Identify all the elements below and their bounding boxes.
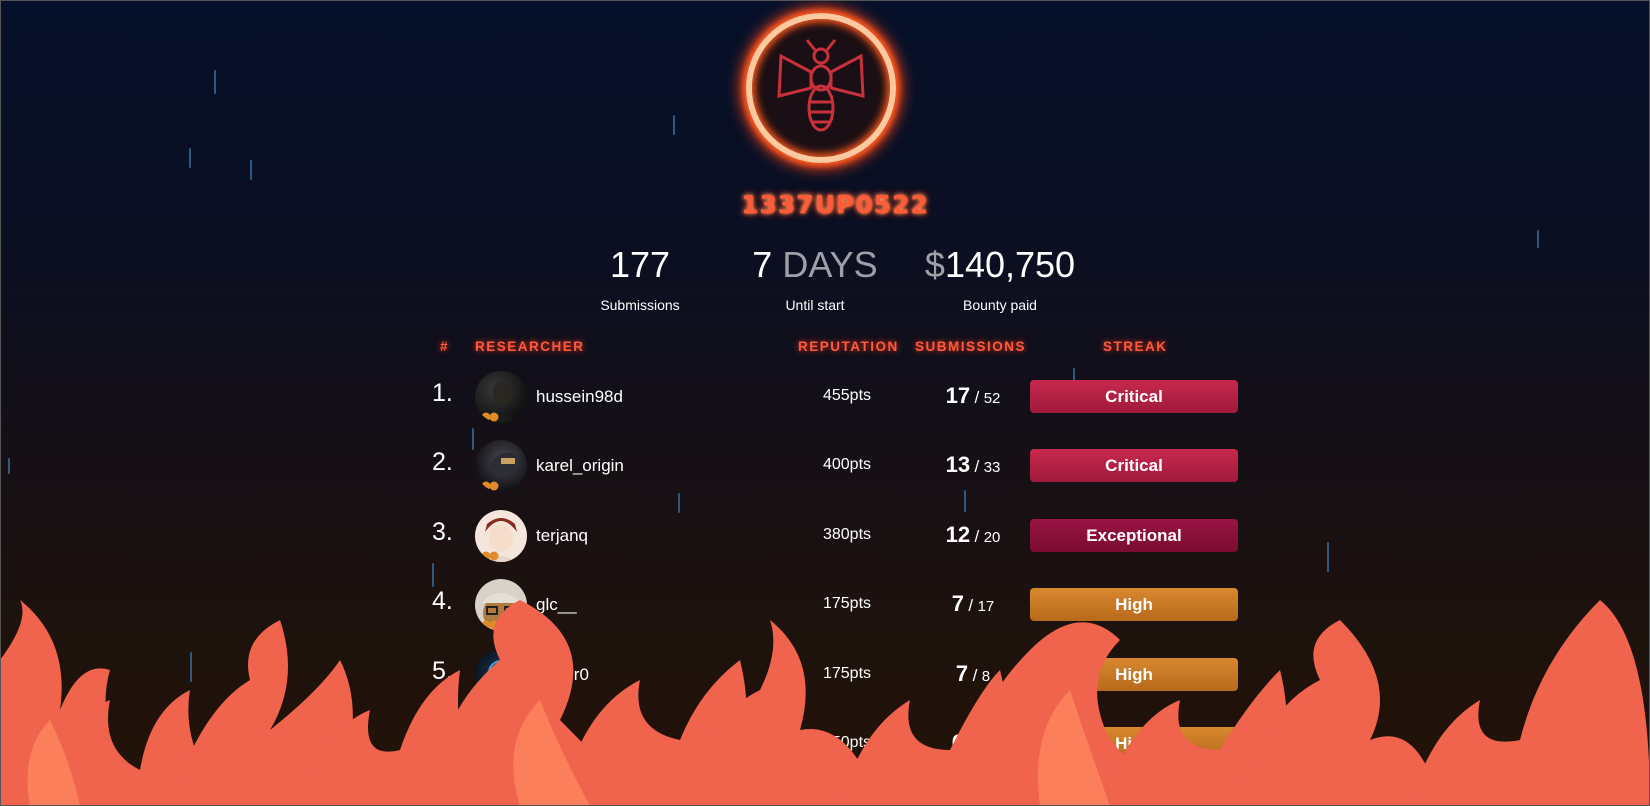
row-separator: / (974, 457, 980, 476)
row-rank: 1. (432, 379, 453, 407)
bee-icon (777, 39, 865, 132)
header-rank: # (440, 339, 450, 354)
stat-countdown-value: 7 (752, 244, 773, 285)
header-streak: STREAK (1103, 339, 1168, 354)
event-logo-text: 1337UP0522 (741, 190, 929, 219)
stat-bounty-currency: $ (924, 244, 945, 285)
stat-countdown: 7 DAYS Until start (740, 244, 890, 314)
streak-badge: Critical (1030, 380, 1238, 413)
leaderboard-row[interactable]: 2. karel_origin 400pts 13 / 33 Critical (0, 440, 1650, 506)
streak-badge: Exceptional (1030, 519, 1238, 552)
row-separator: / (974, 527, 980, 546)
row-submissions: 13 / 33 (918, 452, 1028, 478)
leaderboard-row[interactable]: 3. terjanq 380pts 12 / 20 Exceptional (0, 510, 1650, 576)
row-separator: / (974, 388, 980, 407)
leaderboard-row[interactable]: 1. hussein98d 455pts 17 / 52 Critical (0, 371, 1650, 437)
row-accepted: 12 (945, 522, 971, 547)
stat-countdown-label: Until start (785, 297, 845, 313)
header-researcher: RESEARCHER (475, 339, 585, 354)
stat-submissions-label: Submissions (600, 297, 680, 313)
stat-bounty-value: 140,750 (944, 244, 1076, 285)
row-username[interactable]: karel_origin (536, 456, 624, 476)
avatar[interactable] (475, 510, 527, 562)
row-accepted: 17 (945, 383, 971, 408)
row-total: 52 (983, 390, 1001, 407)
avatar[interactable] (475, 371, 527, 423)
event-logo: 1337UP0522 (741, 8, 929, 228)
header-reputation: REPUTATION (798, 339, 899, 354)
row-accepted: 13 (945, 452, 971, 477)
streak-badge: Critical (1030, 449, 1238, 482)
stat-bounty-label: Bounty paid (963, 297, 1037, 313)
stat-submissions: 177 Submissions (590, 244, 690, 314)
stat-submissions-value: 177 (609, 244, 671, 285)
stat-bounty: $140,750 Bounty paid (915, 244, 1085, 314)
row-reputation: 455pts (822, 387, 872, 404)
avatar[interactable] (475, 440, 527, 492)
row-total: 20 (983, 529, 1001, 546)
row-rank: 2. (432, 448, 453, 476)
row-username[interactable]: terjanq (536, 526, 588, 546)
row-username[interactable]: hussein98d (536, 387, 623, 407)
row-submissions: 12 / 20 (918, 522, 1028, 548)
stat-countdown-unit: DAYS (782, 244, 878, 285)
row-rank: 3. (432, 518, 453, 546)
flames-decoration (0, 600, 1650, 806)
row-reputation: 400pts (822, 456, 872, 473)
header-submissions: SUBMISSIONS (915, 339, 1027, 354)
row-total: 33 (983, 459, 1001, 476)
row-submissions: 17 / 52 (918, 383, 1028, 409)
row-reputation: 380pts (822, 526, 872, 543)
